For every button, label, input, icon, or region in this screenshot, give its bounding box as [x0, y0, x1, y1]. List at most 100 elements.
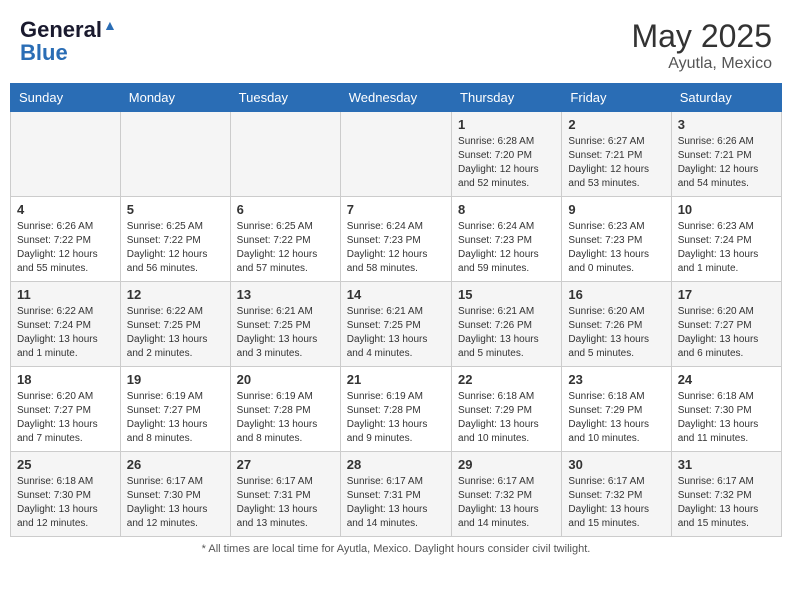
day-number: 26 [127, 457, 224, 472]
calendar-table: SundayMondayTuesdayWednesdayThursdayFrid… [10, 83, 782, 537]
calendar-day-cell: 23 Sunrise: 6:18 AM Sunset: 7:29 PM Dayli… [562, 367, 671, 452]
calendar-day-cell: 6 Sunrise: 6:25 AM Sunset: 7:22 PM Daylig… [230, 197, 340, 282]
calendar-day-cell: 3 Sunrise: 6:26 AM Sunset: 7:21 PM Daylig… [671, 112, 781, 197]
calendar-day-cell: 4 Sunrise: 6:26 AM Sunset: 7:22 PM Daylig… [11, 197, 121, 282]
title-block: May 2025 Ayutla, Mexico [631, 18, 772, 73]
day-number: 12 [127, 287, 224, 302]
day-number: 5 [127, 202, 224, 217]
dow-header: Saturday [671, 84, 781, 112]
dow-header: Sunday [11, 84, 121, 112]
calendar-week-row: 1 Sunrise: 6:28 AM Sunset: 7:20 PM Daylig… [11, 112, 782, 197]
day-number: 9 [568, 202, 664, 217]
day-number: 30 [568, 457, 664, 472]
day-info: Sunrise: 6:17 AM Sunset: 7:32 PM Dayligh… [568, 475, 664, 531]
day-info: Sunrise: 6:26 AM Sunset: 7:21 PM Dayligh… [678, 135, 775, 191]
day-info: Sunrise: 6:23 AM Sunset: 7:23 PM Dayligh… [568, 220, 664, 276]
calendar-day-cell [11, 112, 121, 197]
calendar-day-cell: 9 Sunrise: 6:23 AM Sunset: 7:23 PM Daylig… [562, 197, 671, 282]
calendar-day-cell: 16 Sunrise: 6:20 AM Sunset: 7:26 PM Dayli… [562, 282, 671, 367]
day-number: 19 [127, 372, 224, 387]
day-number: 16 [568, 287, 664, 302]
day-number: 28 [347, 457, 445, 472]
day-number: 31 [678, 457, 775, 472]
calendar-day-cell: 17 Sunrise: 6:20 AM Sunset: 7:27 PM Dayli… [671, 282, 781, 367]
calendar-day-cell: 31 Sunrise: 6:17 AM Sunset: 7:32 PM Dayli… [671, 452, 781, 537]
calendar-day-cell: 12 Sunrise: 6:22 AM Sunset: 7:25 PM Dayli… [120, 282, 230, 367]
day-number: 23 [568, 372, 664, 387]
day-number: 10 [678, 202, 775, 217]
calendar-day-cell: 15Sunrise: 6:21 AM Sunset: 7:26 PM Dayli… [452, 282, 562, 367]
calendar-day-cell: 11 Sunrise: 6:22 AM Sunset: 7:24 PM Dayli… [11, 282, 121, 367]
day-info: Sunrise: 6:28 AM Sunset: 7:20 PM Dayligh… [458, 135, 555, 191]
calendar-day-cell: 19 Sunrise: 6:19 AM Sunset: 7:27 PM Dayli… [120, 367, 230, 452]
calendar-day-cell: 25Sunrise: 6:18 AM Sunset: 7:30 PM Dayli… [11, 452, 121, 537]
day-info: Sunrise: 6:21 AM Sunset: 7:25 PM Dayligh… [237, 305, 334, 361]
calendar-day-cell [120, 112, 230, 197]
logo-text: General▲ [20, 18, 117, 42]
day-number: 3 [678, 117, 775, 132]
day-number: 11 [17, 287, 114, 302]
day-number: 6 [237, 202, 334, 217]
calendar-day-cell: 18 Sunrise: 6:20 AM Sunset: 7:27 PM Dayli… [11, 367, 121, 452]
day-info: Sunrise: 6:22 AM Sunset: 7:25 PM Dayligh… [127, 305, 224, 361]
calendar-week-row: 11 Sunrise: 6:22 AM Sunset: 7:24 PM Dayli… [11, 282, 782, 367]
day-info: Sunrise: 6:18 AM Sunset: 7:30 PM Dayligh… [678, 390, 775, 446]
calendar-day-cell: 28 Sunrise: 6:17 AM Sunset: 7:31 PM Dayli… [340, 452, 451, 537]
day-info: Sunrise: 6:22 AM Sunset: 7:24 PM Dayligh… [17, 305, 114, 361]
day-info: Sunrise: 6:25 AM Sunset: 7:22 PM Dayligh… [237, 220, 334, 276]
calendar-day-cell: 21 Sunrise: 6:19 AM Sunset: 7:28 PM Dayli… [340, 367, 451, 452]
day-number: 4 [17, 202, 114, 217]
calendar-week-row: 18 Sunrise: 6:20 AM Sunset: 7:27 PM Dayli… [11, 367, 782, 452]
calendar-day-cell: 10 Sunrise: 6:23 AM Sunset: 7:24 PM Dayli… [671, 197, 781, 282]
day-info: Sunrise: 6:17 AM Sunset: 7:30 PM Dayligh… [127, 475, 224, 531]
day-info: Sunrise: 6:19 AM Sunset: 7:28 PM Dayligh… [347, 390, 445, 446]
calendar-week-row: 25Sunrise: 6:18 AM Sunset: 7:30 PM Dayli… [11, 452, 782, 537]
calendar-day-cell: 24Sunrise: 6:18 AM Sunset: 7:30 PM Dayli… [671, 367, 781, 452]
calendar-day-cell: 26 Sunrise: 6:17 AM Sunset: 7:30 PM Dayli… [120, 452, 230, 537]
day-info: Sunrise: 6:24 AM Sunset: 7:23 PM Dayligh… [458, 220, 555, 276]
day-info: Sunrise: 6:18 AM Sunset: 7:29 PM Dayligh… [568, 390, 664, 446]
day-info: Sunrise: 6:17 AM Sunset: 7:32 PM Dayligh… [678, 475, 775, 531]
day-number: 21 [347, 372, 445, 387]
calendar-day-cell [340, 112, 451, 197]
day-number: 1 [458, 117, 555, 132]
dow-header: Monday [120, 84, 230, 112]
calendar-day-cell: 14Sunrise: 6:21 AM Sunset: 7:25 PM Dayli… [340, 282, 451, 367]
dow-header: Friday [562, 84, 671, 112]
day-number: 25 [17, 457, 114, 472]
daylight-label: Daylight hours [414, 543, 484, 555]
calendar-day-cell [230, 112, 340, 197]
day-info: Sunrise: 6:26 AM Sunset: 7:22 PM Dayligh… [17, 220, 114, 276]
day-number: 17 [678, 287, 775, 302]
day-info: Sunrise: 6:18 AM Sunset: 7:29 PM Dayligh… [458, 390, 555, 446]
day-info: Sunrise: 6:19 AM Sunset: 7:27 PM Dayligh… [127, 390, 224, 446]
day-info: Sunrise: 6:20 AM Sunset: 7:27 PM Dayligh… [17, 390, 114, 446]
calendar-week-row: 4 Sunrise: 6:26 AM Sunset: 7:22 PM Daylig… [11, 197, 782, 282]
month-year: May 2025 [631, 18, 772, 55]
day-number: 29 [458, 457, 555, 472]
day-number: 2 [568, 117, 664, 132]
day-info: Sunrise: 6:23 AM Sunset: 7:24 PM Dayligh… [678, 220, 775, 276]
calendar-day-cell: 30 Sunrise: 6:17 AM Sunset: 7:32 PM Dayli… [562, 452, 671, 537]
logo: General▲ Blue [20, 18, 117, 64]
calendar-day-cell: 13Sunrise: 6:21 AM Sunset: 7:25 PM Dayli… [230, 282, 340, 367]
day-info: Sunrise: 6:17 AM Sunset: 7:32 PM Dayligh… [458, 475, 555, 531]
day-number: 20 [237, 372, 334, 387]
day-number: 8 [458, 202, 555, 217]
day-info: Sunrise: 6:20 AM Sunset: 7:27 PM Dayligh… [678, 305, 775, 361]
calendar-day-cell: 20 Sunrise: 6:19 AM Sunset: 7:28 PM Dayli… [230, 367, 340, 452]
day-number: 18 [17, 372, 114, 387]
location: Ayutla, Mexico [631, 55, 772, 73]
dow-header: Thursday [452, 84, 562, 112]
day-info: Sunrise: 6:17 AM Sunset: 7:31 PM Dayligh… [347, 475, 445, 531]
day-info: Sunrise: 6:27 AM Sunset: 7:21 PM Dayligh… [568, 135, 664, 191]
days-of-week-row: SundayMondayTuesdayWednesdayThursdayFrid… [11, 84, 782, 112]
calendar-day-cell: 7Sunrise: 6:24 AM Sunset: 7:23 PM Daylig… [340, 197, 451, 282]
day-info: Sunrise: 6:21 AM Sunset: 7:26 PM Dayligh… [458, 305, 555, 361]
calendar-day-cell: 1 Sunrise: 6:28 AM Sunset: 7:20 PM Daylig… [452, 112, 562, 197]
day-number: 22 [458, 372, 555, 387]
day-info: Sunrise: 6:20 AM Sunset: 7:26 PM Dayligh… [568, 305, 664, 361]
calendar-day-cell: 29 Sunrise: 6:17 AM Sunset: 7:32 PM Dayli… [452, 452, 562, 537]
day-info: Sunrise: 6:17 AM Sunset: 7:31 PM Dayligh… [237, 475, 334, 531]
day-info: Sunrise: 6:19 AM Sunset: 7:28 PM Dayligh… [237, 390, 334, 446]
